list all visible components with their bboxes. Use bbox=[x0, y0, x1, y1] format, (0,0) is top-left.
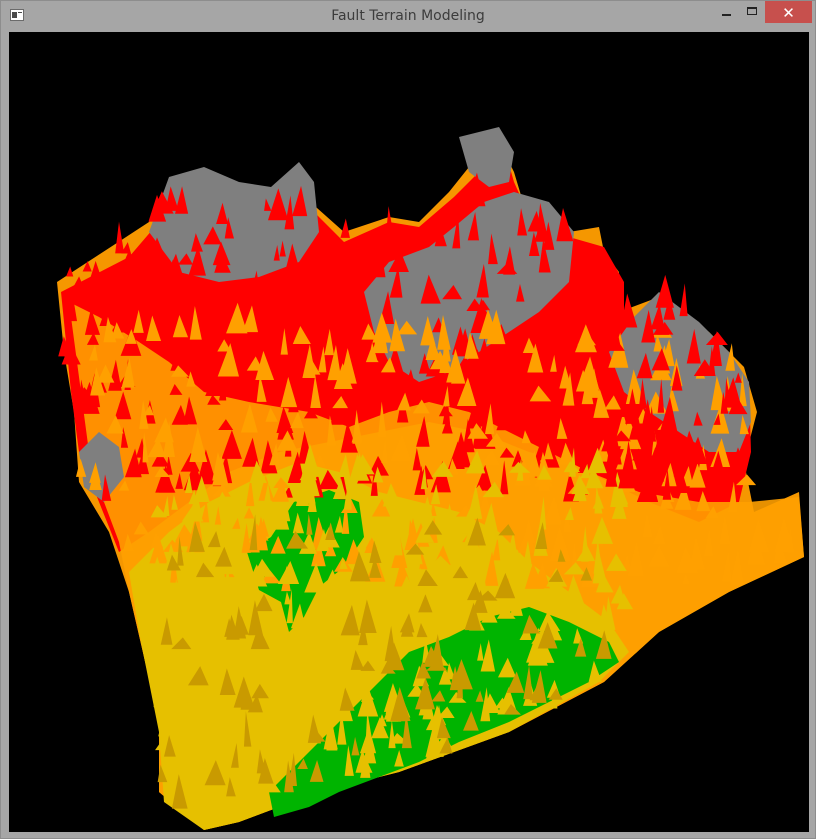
minimize-icon bbox=[722, 14, 731, 16]
terrain-canvas bbox=[57, 127, 804, 830]
window-title: Fault Terrain Modeling bbox=[331, 8, 485, 24]
terrain-spike bbox=[66, 266, 74, 277]
close-button[interactable]: ✕ bbox=[765, 1, 812, 23]
terrain-spike bbox=[340, 218, 350, 238]
terrain-spike bbox=[655, 274, 674, 308]
minimize-button[interactable] bbox=[713, 1, 739, 23]
render-viewport[interactable] bbox=[9, 32, 809, 832]
terrain-spike bbox=[679, 283, 688, 317]
maximize-button[interactable] bbox=[739, 1, 765, 23]
app-window: Fault Terrain Modeling ✕ bbox=[0, 0, 816, 839]
close-icon: ✕ bbox=[782, 4, 795, 22]
maximize-icon bbox=[747, 7, 757, 15]
title-bar[interactable]: Fault Terrain Modeling ✕ bbox=[1, 1, 815, 31]
terrain-spike bbox=[115, 221, 125, 254]
